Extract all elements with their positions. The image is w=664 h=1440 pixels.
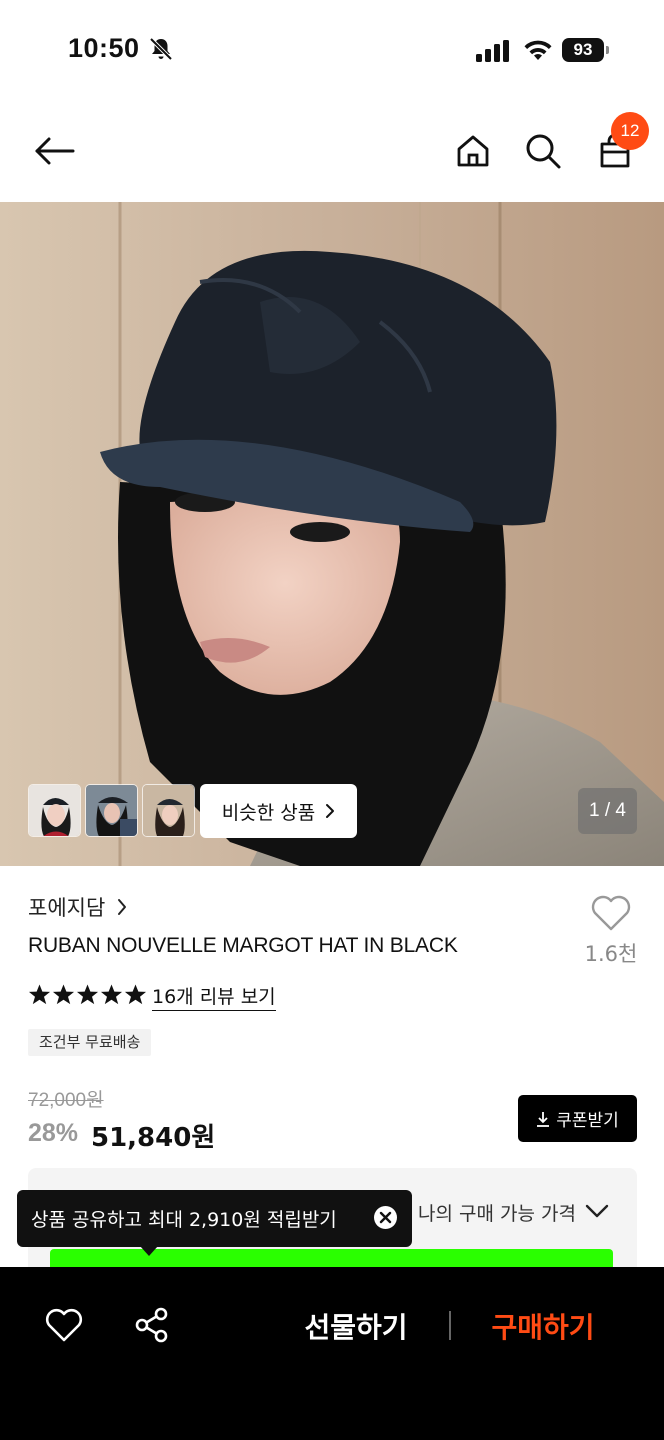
product-name: RUBAN NOUVELLE MARGOT HAT IN BLACK — [28, 934, 458, 957]
review-link[interactable]: 16개 리뷰 보기 — [152, 982, 276, 1011]
original-price: 72,000원 — [28, 1090, 104, 1111]
heart-outline-icon[interactable] — [44, 1305, 84, 1345]
status-bar: 10:50 93 — [0, 0, 664, 100]
battery-tip — [606, 46, 609, 54]
bottom-divider — [449, 1311, 451, 1340]
brand-name: 포에지담 — [28, 896, 106, 920]
thumbnail-1[interactable] — [28, 784, 81, 837]
status-time: 10:50 — [68, 33, 140, 63]
thumbnail-image — [86, 785, 137, 836]
thumbnail-3[interactable] — [142, 784, 195, 837]
thumbnail-image — [29, 785, 80, 836]
chevron-right-icon — [326, 804, 335, 818]
thumbnail-2[interactable] — [85, 784, 138, 837]
signal-icon — [476, 40, 509, 62]
search-button[interactable] — [521, 129, 565, 173]
my-price-label: 나의 구매 가능 가격 — [418, 1203, 576, 1225]
chevron-right-icon — [118, 899, 127, 915]
tooltip-pointer — [140, 1246, 158, 1256]
home-button[interactable] — [451, 129, 495, 173]
share-reward-tooltip: 상품 공유하고 최대 2,910원 적립받기 — [17, 1190, 412, 1247]
gift-button[interactable]: 선물하기 — [290, 1300, 422, 1352]
star-icon — [100, 984, 123, 1005]
star-icon — [76, 984, 99, 1005]
bottom-action-bar — [0, 1267, 664, 1440]
top-nav — [0, 100, 664, 202]
sale-price: 51,840원 — [91, 1123, 216, 1153]
search-icon — [526, 134, 561, 169]
battery-icon: 93 — [562, 38, 610, 62]
back-arrow-icon — [35, 137, 75, 165]
back-button[interactable] — [32, 129, 76, 173]
coupon-button[interactable]: 쿠폰받기 — [518, 1095, 637, 1142]
image-page-indicator: 1 / 4 — [578, 788, 637, 834]
battery-level: 93 — [562, 38, 604, 62]
cart-count-badge: 12 — [611, 112, 649, 150]
like-count: 1.6천 — [584, 942, 638, 966]
wifi-icon — [524, 40, 552, 60]
product-photo — [0, 202, 664, 866]
heart-outline-icon[interactable] — [590, 894, 632, 932]
star-icon — [28, 984, 51, 1005]
shipping-badge: 조건부 무료배송 — [28, 1029, 152, 1056]
home-icon — [457, 135, 489, 167]
similar-products-label: 비슷한 상품 — [221, 801, 316, 824]
star-icon — [124, 984, 147, 1005]
thumbnail-image — [143, 785, 194, 836]
star-icon — [52, 984, 75, 1005]
thumbnail-strip — [28, 784, 195, 837]
bell-off-icon — [149, 37, 173, 61]
tooltip-text: 상품 공유하고 최대 2,910원 적립받기 — [31, 1209, 337, 1231]
discount-rate: 28% — [28, 1119, 79, 1147]
like-area: 1.6천 — [583, 894, 639, 968]
share-icon[interactable] — [132, 1305, 172, 1345]
buy-button[interactable]: 구매하기 — [475, 1300, 611, 1352]
product-image-gallery[interactable]: 비슷한 상품 1 / 4 — [0, 202, 664, 866]
rating-stars — [28, 983, 147, 1006]
close-icon[interactable] — [373, 1205, 398, 1230]
coupon-label: 쿠폰받기 — [556, 1111, 619, 1131]
similar-products-button[interactable]: 비슷한 상품 — [200, 784, 357, 838]
chevron-down-icon[interactable] — [584, 1201, 610, 1221]
download-icon — [537, 1111, 550, 1127]
brand-link[interactable]: 포에지담 — [28, 892, 127, 922]
